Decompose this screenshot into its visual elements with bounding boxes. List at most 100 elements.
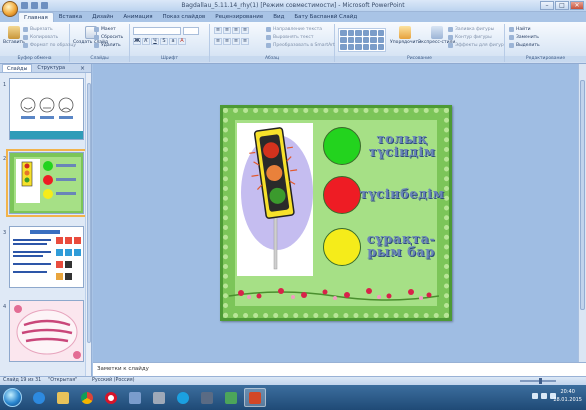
zoom-slider-knob[interactable] (539, 378, 542, 384)
font-color-button[interactable]: A (178, 38, 186, 45)
tab-outline[interactable]: Структура (33, 64, 69, 72)
delete-icon (94, 43, 99, 48)
taskbar-app[interactable] (148, 388, 170, 407)
minimize-button[interactable]: – (540, 1, 554, 10)
shape-fill-button[interactable]: Заливка фигуры (448, 27, 494, 32)
taskbar-explorer[interactable] (52, 388, 74, 407)
panel-tabs: Слайды Структура (0, 64, 91, 73)
underline-button[interactable]: Ч (151, 38, 159, 45)
slide-thumbnail-selected[interactable] (6, 149, 87, 217)
volume-icon[interactable] (541, 393, 547, 399)
chrome-icon (81, 391, 93, 404)
taskbar-app[interactable] (220, 388, 242, 407)
shadow-button[interactable]: a (169, 38, 177, 45)
reset-button[interactable]: Сбросить (94, 35, 123, 40)
taskbar-app[interactable] (124, 388, 146, 407)
tab-review[interactable]: Рецензирование (210, 12, 268, 22)
clock[interactable]: 20:40 28.01.2015 (553, 388, 582, 404)
tab-insert[interactable]: Вставка (54, 12, 87, 22)
align-text-icon (266, 35, 271, 40)
tab-slides[interactable]: Слайды (2, 64, 33, 72)
font-label: Шрифт (130, 56, 209, 62)
maximize-button[interactable]: □ (555, 1, 569, 10)
slides-label: Слайды (70, 56, 129, 62)
red-circle (323, 176, 361, 214)
align-text-button[interactable]: Выровнять текст (266, 35, 313, 40)
theme-name: "Открытая" (48, 378, 78, 383)
indent-increase-button[interactable]: ≡ (241, 27, 249, 34)
font-name-input[interactable] (133, 27, 181, 35)
taskbar: 20:40 28.01.2015 (0, 385, 586, 410)
align-center-button[interactable]: ≡ (223, 38, 231, 45)
text-direction-button[interactable]: Направление текста (266, 27, 322, 32)
office-button[interactable] (2, 1, 18, 17)
justify-button[interactable]: ≡ (241, 38, 249, 45)
cut-button[interactable]: Вырезать (23, 27, 53, 32)
strikethrough-button[interactable]: S (160, 38, 168, 45)
arrange-button[interactable]: Упорядочить (390, 26, 421, 45)
delete-slide-button[interactable]: Удалить (94, 43, 121, 48)
main-scrollbar[interactable] (578, 64, 586, 362)
drawing-group: Упорядочить Экспресс-стили Заливка фигур… (335, 24, 505, 62)
font-size-input[interactable] (183, 27, 199, 35)
indent-decrease-button[interactable]: ≡ (232, 27, 240, 34)
italic-button[interactable]: К (142, 38, 150, 45)
bullets-button[interactable]: ≡ (214, 27, 222, 34)
find-button[interactable]: Найти (509, 27, 531, 32)
window-controls: – □ ✕ (540, 1, 584, 10)
taskbar-chrome[interactable] (76, 388, 98, 407)
shapes-gallery[interactable] (338, 28, 386, 52)
brush-icon (23, 43, 28, 48)
tab-home[interactable]: Главная (18, 12, 54, 22)
tab-slideshow[interactable]: Показ слайдов (158, 12, 211, 22)
smartart-button[interactable]: Преобразовать в SmartArt (266, 43, 335, 48)
numbering-button[interactable]: ≡ (223, 27, 231, 34)
zoom-slider[interactable] (520, 380, 556, 382)
slide-number: 1 (3, 82, 7, 88)
taskbar-skype[interactable] (172, 388, 194, 407)
notes-pane[interactable]: Заметки к слайду (93, 362, 586, 376)
select-button[interactable]: Выделить (509, 43, 540, 48)
reset-icon (94, 35, 99, 40)
slide-thumbnail[interactable] (9, 300, 84, 362)
taskbar-app[interactable] (196, 388, 218, 407)
font-group: Ж К Ч S a A Шрифт (130, 24, 210, 62)
bold-button[interactable]: Ж (133, 38, 141, 45)
panel-close-icon[interactable]: × (80, 65, 85, 72)
app-icon (129, 391, 141, 404)
quick-styles-icon (430, 26, 443, 39)
traffic-light-icon (249, 127, 298, 270)
editing-label: Редактирование (505, 56, 586, 62)
replace-button[interactable]: Заменить (509, 35, 539, 40)
shape-effects-button[interactable]: Эффекты для фигур (448, 43, 504, 48)
drawing-label: Рисование (335, 56, 504, 62)
layout-button[interactable]: Макет (94, 27, 116, 32)
layout-icon (94, 27, 99, 32)
tab-view[interactable]: Вид (268, 12, 289, 22)
format-painter-button[interactable]: Формат по образцу (23, 43, 76, 48)
copy-button[interactable]: Копировать (23, 35, 58, 40)
network-icon[interactable] (532, 393, 538, 399)
taskbar-opera[interactable] (100, 388, 122, 407)
start-button[interactable] (3, 388, 22, 407)
taskbar-ie[interactable] (28, 388, 50, 407)
paragraph-group: ≡ ≡ ≡ ≡ ≡ ≡ ≡ ≡ Направление текста Выров… (210, 24, 335, 62)
shape-outline-button[interactable]: Контур фигуры (448, 35, 492, 40)
tab-animation[interactable]: Анимация (118, 12, 157, 22)
tab-addin[interactable]: Бату Баспанвй Слайд (289, 12, 362, 22)
paste-button[interactable]: Вставить (3, 26, 25, 45)
scissors-icon (23, 27, 28, 32)
current-slide[interactable]: толық түсіндім түсінбедім сұрақта-рым ба… (220, 105, 452, 321)
slide-thumbnail[interactable] (9, 226, 84, 288)
thumbnail-scrollbar[interactable] (85, 73, 91, 376)
label-not-understood: түсінбедім (359, 187, 445, 202)
language-indicator[interactable]: Русский (Россия) (92, 378, 135, 383)
slide-thumbnail[interactable] (9, 78, 84, 140)
tab-design[interactable]: Дизайн (87, 12, 118, 22)
paragraph-label: Абзац (210, 56, 334, 62)
opera-icon (105, 391, 117, 404)
align-left-button[interactable]: ≡ (214, 38, 222, 45)
taskbar-powerpoint[interactable] (244, 388, 266, 407)
close-button[interactable]: ✕ (570, 1, 584, 10)
align-right-button[interactable]: ≡ (232, 38, 240, 45)
